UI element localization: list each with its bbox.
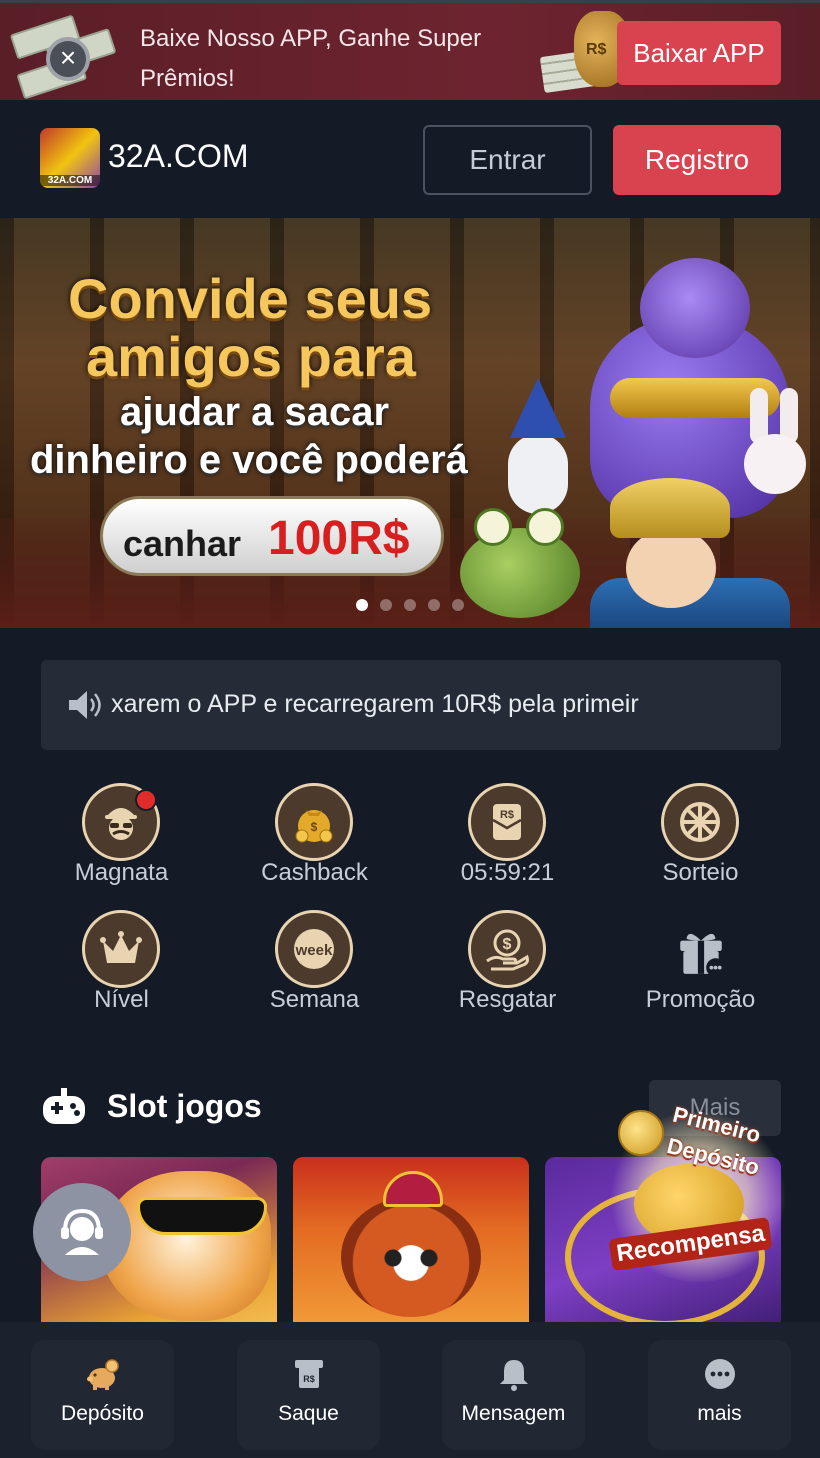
feature-label: Cashback [261,859,368,886]
site-logo[interactable]: 32A.COM [40,128,100,188]
coin-icon [618,1110,664,1156]
red-envelope-icon: R$ [492,804,522,840]
nav-label: Saque [278,1402,339,1425]
feature-label: Resgatar [458,986,557,1013]
banner-headline-1: Convide seus [68,267,433,330]
marquee-text: ue baixarem o APP e recarregarem 10R$ pe… [111,690,639,718]
download-app-bar: × Baixe Nosso APP, Ganhe Super Prêmios! … [0,0,820,100]
nav-label: Mensagem [461,1402,566,1425]
banner-headline-4: dinheiro e você poderá [30,438,468,482]
feature-magnata[interactable]: Magnata [25,783,218,903]
first-deposit-promo-badge[interactable]: Primeiro Depósito Recompensa [606,1102,790,1288]
close-icon[interactable]: × [46,37,90,81]
piggy-bank-icon [87,1359,119,1390]
money-bag-icon: $ [295,810,333,843]
page: × Baixe Nosso APP, Ganhe Super Prêmios! … [0,0,820,1458]
customer-support-button[interactable] [33,1183,131,1281]
feature-label: Semana [269,986,360,1013]
headset-icon [61,1208,103,1255]
feature-label: Promoção [645,986,756,1013]
feature-red-envelope-timer[interactable]: R$ 05:59:21 [411,783,604,903]
svg-text:R$: R$ [500,809,514,821]
promo-banner[interactable]: Convide seus amigos para ajudar a sacar … [0,218,820,628]
banner-reward-text: canhar [123,523,242,564]
carousel-dot[interactable] [452,599,464,611]
carousel-dot[interactable] [356,599,368,611]
carousel-dots [356,598,476,611]
feature-label: Sorteio [662,859,739,886]
crown-icon [100,931,142,963]
marquee-text-window: ue baixarem o APP e recarregarem 10R$ pe… [111,690,751,722]
feature-label: Magnata [74,859,169,886]
nav-withdraw[interactable]: R$ Saque [237,1340,380,1450]
carousel-dot[interactable] [380,599,392,611]
gamepad-icon [43,1088,85,1124]
svg-text:R$: R$ [303,1374,315,1384]
feature-semana[interactable]: week Semana [218,910,411,1030]
week-icon: week [294,929,334,969]
feature-nivel[interactable]: Nível [25,910,218,1030]
frog-illustration [460,508,580,618]
more-icon [705,1359,735,1389]
announcement-marquee[interactable]: ue baixarem o APP e recarregarem 10R$ pe… [41,660,781,750]
feature-label: Nível [94,986,149,1013]
site-header: 32A.COM 32A.COM Entrar Registro [0,100,820,218]
section-title: Slot jogos [107,1088,262,1124]
nav-messages[interactable]: Mensagem [442,1340,585,1450]
speaker-icon [69,691,101,719]
gift-icon [680,933,725,977]
nav-deposit[interactable]: Depósito [31,1340,174,1450]
atm-icon: R$ [295,1360,323,1388]
notification-badge [135,789,157,811]
game-card-red-panda[interactable] [293,1157,529,1337]
svg-text:$: $ [503,936,512,953]
nav-more[interactable]: mais [648,1340,791,1450]
banner-headline-3: ajudar a sacar [120,390,390,434]
feature-promocao[interactable]: Promoção [604,910,797,1030]
svg-text:week: week [295,942,333,959]
feature-sorteio[interactable]: Sorteio [604,783,797,903]
download-bar-decoration: × [8,7,126,100]
wheel-icon [680,802,720,842]
countdown-timer: 05:59:21 [460,859,555,886]
carousel-dot[interactable] [428,599,440,611]
register-button[interactable]: Registro [613,125,781,195]
banner-reward-pill: canhar 100R$ [100,496,444,576]
banner-reward-amount: 100R$ [268,512,410,565]
nav-label: Depósito [61,1402,144,1425]
feature-cashback[interactable]: $ Cashback [218,783,411,903]
carousel-dot[interactable] [404,599,416,611]
wizard-illustration [490,378,580,528]
feature-resgatar[interactable]: $ Resgatar [411,910,604,1030]
banner-headline-2: amigos para [86,325,416,388]
nav-label: mais [697,1402,742,1425]
download-bar-text: Baixe Nosso APP, Ganhe Super Prêmios! [140,25,482,92]
fortune-god-illustration [580,468,800,628]
hand-coin-icon: $ [486,929,529,971]
bell-icon [500,1360,528,1391]
brand-name[interactable]: 32A.COM [108,138,248,175]
login-button[interactable]: Entrar [423,125,592,195]
svg-text:$: $ [311,820,318,834]
bottom-navigation: Depósito R$ Saque Mensagem mais [0,1322,820,1458]
download-app-button[interactable]: Baixar APP [617,21,781,85]
